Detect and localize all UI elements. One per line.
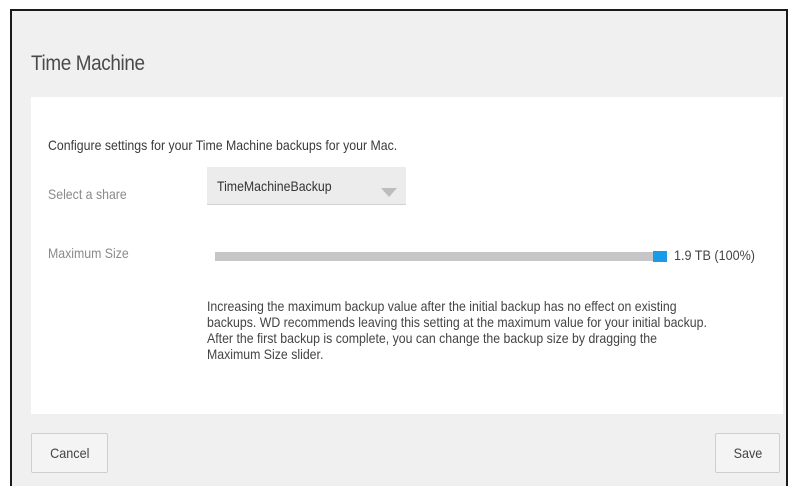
note-line: Increasing the maximum backup value afte…: [207, 298, 677, 314]
backup-size-note: Increasing the maximum backup value afte…: [207, 298, 760, 362]
max-size-label: Maximum Size: [48, 245, 129, 261]
cancel-button[interactable]: Cancel: [31, 433, 108, 473]
save-button[interactable]: Save: [715, 433, 780, 473]
settings-panel: Configure settings for your Time Machine…: [31, 97, 783, 414]
settings-intro: Configure settings for your Time Machine…: [48, 137, 398, 153]
chevron-down-icon: [381, 188, 397, 197]
share-select-value: TimeMachineBackup: [217, 178, 332, 194]
time-machine-dialog: Time Machine Configure settings for your…: [10, 9, 788, 486]
note-line: backups. WD recommends leaving this sett…: [207, 314, 707, 330]
cancel-button-label: Cancel: [49, 445, 90, 461]
max-size-slider[interactable]: [215, 251, 667, 262]
note-line: Maximum Size slider.: [207, 346, 324, 362]
max-size-slider-handle[interactable]: [653, 251, 667, 262]
share-label: Select a share: [48, 186, 127, 202]
max-size-slider-fill: [215, 252, 667, 261]
save-button-label: Save: [733, 445, 762, 461]
dialog-title: Time Machine: [31, 52, 145, 75]
max-size-value: 1.9 TB (100%): [674, 247, 756, 263]
note-line: After the first backup is complete, you …: [207, 330, 657, 346]
share-select[interactable]: TimeMachineBackup: [207, 167, 406, 205]
